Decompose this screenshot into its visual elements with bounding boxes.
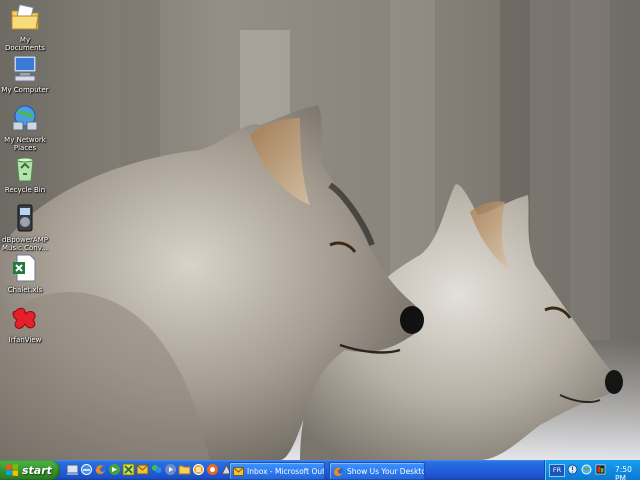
desktop-icon-dbpoweramp[interactable]: dBpowerAMP Music Conv... [0, 202, 50, 252]
task-button-outlook-inbox[interactable]: Inbox - Microsoft Out... [229, 462, 325, 480]
desktop-icon-chalet-xls[interactable]: Chalet.xls [0, 252, 50, 294]
desktop-icon-label: Recycle Bin [4, 186, 46, 194]
app-icon[interactable] [595, 464, 606, 475]
desktop-icon-label: IrfanView [8, 336, 42, 344]
network-icon[interactable] [581, 464, 592, 475]
music-converter-icon [17, 204, 33, 232]
system-tray: FR 7:50 PM [544, 460, 640, 483]
outlook-icon[interactable] [136, 463, 149, 476]
ie-icon[interactable] [80, 463, 93, 476]
desktop-icon-irfanview[interactable]: IrfanView [0, 302, 50, 344]
desktop-icon-label: My Computer [1, 86, 49, 94]
desktop-icon-label: My Documents [5, 36, 45, 52]
outlook-icon [233, 466, 244, 476]
task-button-label: Show Us Your Deskto... [347, 466, 424, 476]
desktop-icon-recycle-bin[interactable]: Recycle Bin [0, 152, 50, 194]
task-button-firefox-desktops[interactable]: Show Us Your Deskto... [329, 462, 425, 480]
desktop-icon-label: Chalet.xls [7, 286, 43, 294]
language-indicator[interactable]: FR [549, 464, 565, 477]
irfanview-icon [12, 307, 36, 329]
desktop-icon-my-network-places[interactable]: My Network Places [0, 102, 50, 152]
show-desktop-icon[interactable] [66, 463, 79, 476]
firefox-icon[interactable] [94, 463, 107, 476]
desktop-icon-label: dBpowerAMP Music Conv... [1, 236, 49, 252]
mediaplayer-icon[interactable] [164, 463, 177, 476]
ie2-icon[interactable] [192, 463, 205, 476]
desktop-wallpaper [0, 0, 640, 460]
recycle-bin-icon [16, 157, 34, 182]
winamp-icon[interactable] [108, 463, 121, 476]
desktop-icon-my-documents[interactable]: My Documents [0, 2, 50, 52]
taskbar: start Inbox - Microsoft Out... Show Us Y… [0, 460, 640, 483]
start-button[interactable]: start [0, 460, 60, 480]
firefox-icon [333, 466, 344, 476]
computer-icon [13, 55, 37, 82]
help-icon[interactable] [567, 464, 578, 475]
excel-file-icon [13, 254, 36, 282]
desktop-icon-my-computer[interactable]: My Computer [0, 52, 50, 94]
start-label: start [22, 463, 52, 477]
network-places-icon [12, 105, 38, 131]
excel-icon[interactable] [122, 463, 135, 476]
messenger-icon[interactable] [150, 463, 163, 476]
desktop-icon-label: My Network Places [4, 136, 46, 152]
quick-launch-bar [66, 463, 233, 477]
firefox2-icon[interactable] [206, 463, 219, 476]
folder-documents-icon [11, 4, 39, 30]
folder-icon[interactable] [178, 463, 191, 476]
clock[interactable]: 7:50 PM [615, 465, 640, 483]
task-button-label: Inbox - Microsoft Out... [247, 466, 324, 476]
windows-logo-icon [6, 464, 18, 476]
